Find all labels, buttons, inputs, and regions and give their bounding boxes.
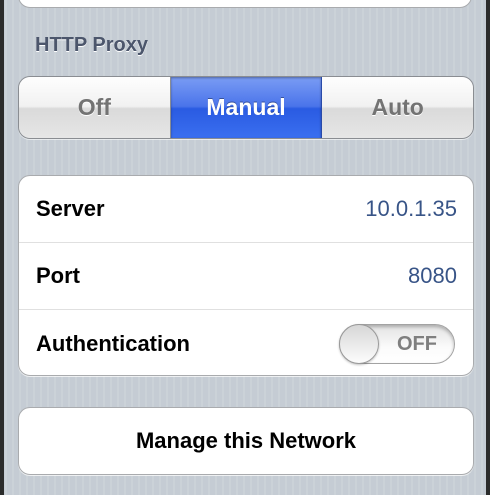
port-label: Port (36, 263, 80, 288)
device-frame-right-edge (486, 0, 490, 495)
authentication-label: Authentication (36, 330, 190, 356)
authentication-row: Authentication OFF (19, 310, 473, 375)
http-proxy-header: HTTP Proxy (35, 34, 148, 56)
device-frame-left-edge (0, 0, 4, 495)
manage-network-button[interactable]: Manage this Network (18, 407, 474, 475)
port-value[interactable]: 8080 (408, 263, 457, 289)
manage-network-label: Manage this Network (135, 428, 357, 453)
segment-off[interactable]: Off (19, 77, 171, 138)
proxy-mode-segmented-control[interactable]: Off Manual Auto (18, 76, 474, 139)
server-label: Server (36, 196, 105, 221)
toggle-state-text: OFF (397, 332, 437, 355)
proxy-settings-group: Server 10.0.1.35 Port 8080 Authenticatio… (18, 175, 474, 376)
toggle-knob[interactable] (339, 323, 379, 364)
server-row[interactable]: Server 10.0.1.35 (19, 176, 473, 243)
segment-manual[interactable]: Manual (170, 77, 323, 138)
previous-group-cell (18, 0, 472, 8)
segment-auto[interactable]: Auto (322, 77, 473, 138)
server-value[interactable]: 10.0.1.35 (365, 196, 457, 222)
port-row[interactable]: Port 8080 (19, 243, 473, 310)
authentication-toggle[interactable]: OFF (339, 323, 455, 364)
